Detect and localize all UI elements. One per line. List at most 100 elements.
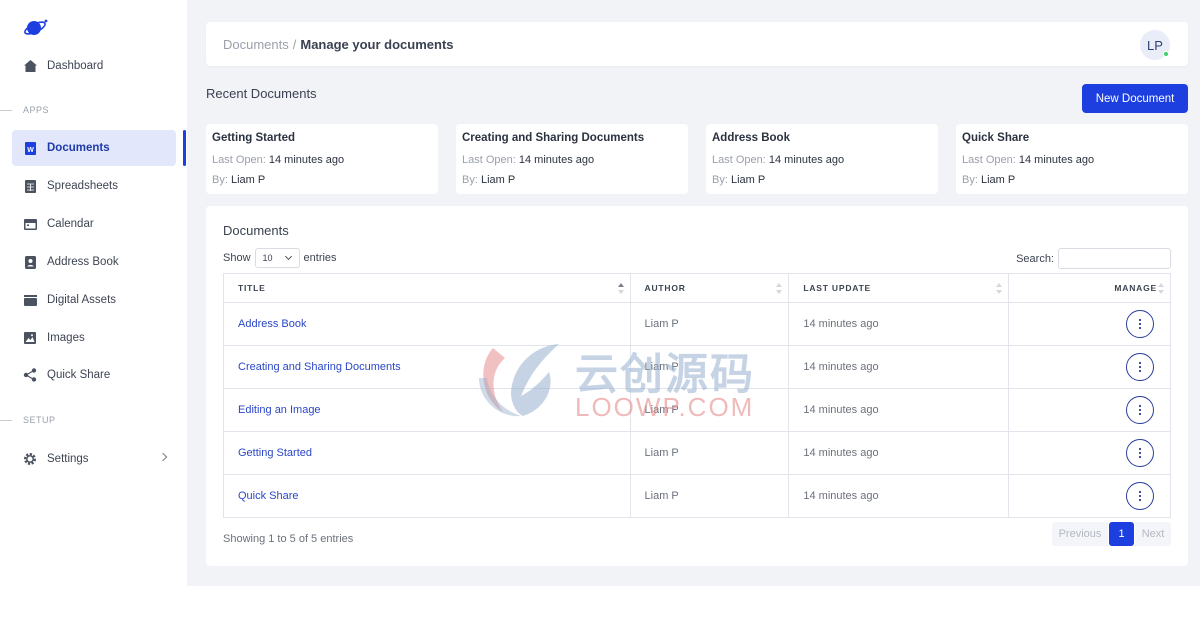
document-last-update: 14 minutes ago xyxy=(788,345,1010,389)
sidebar-item-dashboard[interactable]: Dashboard xyxy=(12,48,176,84)
sidebar-item-spreadsheets[interactable]: Spreadsheets xyxy=(12,168,176,204)
documents-panel: Documents Show 10 entries Search: TITLE … xyxy=(206,206,1188,566)
document-author: Liam P xyxy=(629,302,790,346)
breadcrumb-root[interactable]: Documents xyxy=(223,37,289,52)
sidebar-item-quick-share[interactable]: Quick Share xyxy=(12,357,176,393)
document-title-link[interactable]: Quick Share xyxy=(223,474,631,518)
last-open-label: Last Open: xyxy=(712,154,766,166)
page-size-control: Show 10 entries xyxy=(223,248,337,268)
online-status-dot xyxy=(1163,51,1169,57)
more-options-icon[interactable] xyxy=(1126,482,1154,510)
previous-page-button[interactable]: Previous xyxy=(1052,522,1108,546)
document-last-update: 14 minutes ago xyxy=(788,388,1010,432)
document-title-link[interactable]: Creating and Sharing Documents xyxy=(223,345,631,389)
word-doc-icon: W xyxy=(23,141,37,155)
share-icon xyxy=(23,368,37,382)
search-label: Search: xyxy=(1016,252,1054,265)
recent-card[interactable]: Address Book Last Open: 14 minutes ago B… xyxy=(706,124,938,194)
sidebar-item-label: Dashboard xyxy=(47,60,104,72)
by-label: By: xyxy=(462,174,478,186)
sidebar-item-images[interactable]: Images xyxy=(12,320,176,356)
sidebar-item-calendar[interactable]: Calendar xyxy=(12,206,176,242)
calendar-icon xyxy=(23,217,37,231)
sidebar-item-documents[interactable]: W Documents xyxy=(12,130,176,166)
sidebar-item-label: Spreadsheets xyxy=(47,180,118,192)
page-size-value: 10 xyxy=(262,253,273,263)
page-footer-space xyxy=(0,586,1200,622)
section-label-apps: APPS xyxy=(0,105,49,115)
sidebar-item-label: Digital Assets xyxy=(47,294,117,306)
sidebar-item-label: Address Book xyxy=(47,256,119,268)
table-row: Editing an Image Liam P 14 minutes ago xyxy=(223,388,1171,432)
assets-icon xyxy=(23,293,37,307)
by-value: Liam P xyxy=(730,174,766,186)
document-title-link[interactable]: Address Book xyxy=(223,302,631,346)
manage-cell xyxy=(1008,302,1171,346)
avatar-initials: LP xyxy=(1147,37,1163,53)
last-open-label: Last Open: xyxy=(212,154,266,166)
sidebar-item-digital-assets[interactable]: Digital Assets xyxy=(12,282,176,318)
document-author: Liam P xyxy=(629,474,790,518)
more-options-icon[interactable] xyxy=(1126,439,1154,467)
top-bar: Documents / Manage your documents LP xyxy=(206,22,1188,66)
new-document-button[interactable]: New Document xyxy=(1082,84,1188,113)
sidebar-item-label: Calendar xyxy=(47,218,94,230)
sidebar-item-label: Documents xyxy=(47,142,110,154)
sidebar-item-address-book[interactable]: Address Book xyxy=(12,244,176,280)
sidebar-item-label: Quick Share xyxy=(47,369,111,381)
column-header-last-update[interactable]: LAST UPDATE xyxy=(788,273,1010,303)
by-value: Liam P xyxy=(480,174,516,186)
recent-card-title: Address Book xyxy=(712,132,790,144)
more-options-icon[interactable] xyxy=(1126,310,1154,338)
table-row: Getting Started Liam P 14 minutes ago xyxy=(223,431,1171,475)
column-header-author[interactable]: AUTHOR xyxy=(629,273,790,303)
recent-card-title: Creating and Sharing Documents xyxy=(462,132,645,144)
show-label: Show xyxy=(223,252,251,264)
column-header-title[interactable]: TITLE xyxy=(223,273,631,303)
manage-cell xyxy=(1008,474,1171,518)
recent-card[interactable]: Getting Started Last Open: 14 minutes ag… xyxy=(206,124,438,194)
next-page-button[interactable]: Next xyxy=(1135,522,1171,546)
document-title-link[interactable]: Getting Started xyxy=(223,431,631,475)
table-row: Address Book Liam P 14 minutes ago xyxy=(223,302,1171,346)
manage-cell xyxy=(1008,345,1171,389)
page-size-select[interactable]: 10 xyxy=(254,248,300,268)
image-icon xyxy=(23,331,37,345)
last-open-value: 14 minutes ago xyxy=(518,154,595,166)
column-header-manage[interactable]: MANAGE xyxy=(1008,273,1171,303)
document-last-update: 14 minutes ago xyxy=(788,431,1010,475)
by-label: By: xyxy=(712,174,728,186)
document-author: Liam P xyxy=(629,388,790,432)
chevron-right-icon xyxy=(158,452,168,462)
svg-text:W: W xyxy=(27,147,34,154)
main-content: Documents / Manage your documents LP Rec… xyxy=(187,0,1200,586)
active-indicator xyxy=(183,130,186,166)
more-options-icon[interactable] xyxy=(1126,396,1154,424)
chevron-down-icon xyxy=(284,252,292,261)
last-open-value: 14 minutes ago xyxy=(1018,154,1095,166)
home-icon xyxy=(23,59,37,73)
more-options-icon[interactable] xyxy=(1126,353,1154,381)
recent-card[interactable]: Creating and Sharing Documents Last Open… xyxy=(456,124,688,194)
pagination: Previous 1 Next xyxy=(1052,522,1171,546)
page-1-button[interactable]: 1 xyxy=(1109,522,1134,546)
search-control: Search: xyxy=(1016,248,1171,269)
table-row: Quick Share Liam P 14 minutes ago xyxy=(223,474,1171,518)
entries-label: entries xyxy=(303,252,337,264)
recent-card[interactable]: Quick Share Last Open: 14 minutes ago By… xyxy=(956,124,1188,194)
brand-logo-icon[interactable] xyxy=(22,16,50,40)
showing-entries-info: Showing 1 to 5 of 5 entries xyxy=(223,533,354,545)
search-input[interactable] xyxy=(1058,248,1171,269)
avatar[interactable]: LP xyxy=(1140,30,1170,60)
section-label-setup: SETUP xyxy=(0,415,56,425)
manage-cell xyxy=(1008,431,1171,475)
document-author: Liam P xyxy=(629,431,790,475)
document-last-update: 14 minutes ago xyxy=(788,474,1010,518)
sidebar-item-settings[interactable]: Settings xyxy=(12,441,176,477)
manage-cell xyxy=(1008,388,1171,432)
sidebar: Dashboard APPS W Documents Spreadsheets … xyxy=(0,0,187,622)
document-title-link[interactable]: Editing an Image xyxy=(223,388,631,432)
sort-icon xyxy=(996,283,1003,294)
page-title: Manage your documents xyxy=(300,36,454,52)
last-open-label: Last Open: xyxy=(962,154,1016,166)
